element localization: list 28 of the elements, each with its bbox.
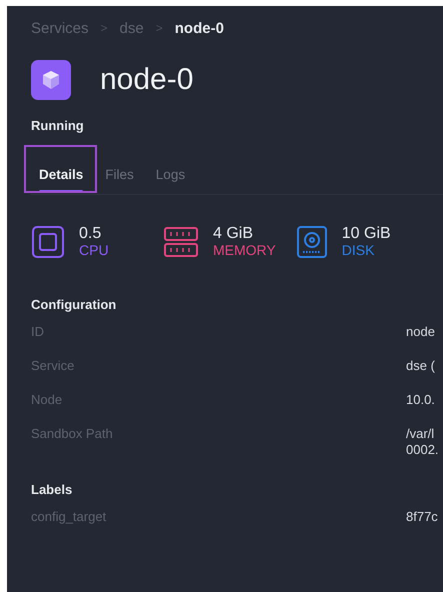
tab[interactable]: Files	[97, 159, 142, 194]
resource-value: 0.5	[79, 226, 102, 242]
field-value: 10.0.	[406, 392, 435, 408]
cube-icon	[31, 60, 71, 100]
field-value: 8f77c	[406, 509, 438, 525]
section-heading: Labels	[31, 482, 74, 497]
breadcrumb-separator: >	[156, 21, 163, 35]
field-value: node	[406, 324, 435, 340]
status-text: Running	[31, 118, 85, 133]
resource-label: DISK	[342, 242, 376, 258]
resource-value: 10 GiB	[342, 226, 391, 242]
resource-label: MEMORY	[213, 242, 276, 258]
field-label: config_target	[31, 509, 108, 525]
field-label: Service	[31, 358, 76, 374]
field-label: Sandbox Path	[31, 426, 114, 442]
field-label: ID	[31, 324, 45, 340]
page-title: node-0	[100, 63, 194, 97]
breadcrumb-link[interactable]: Services	[31, 20, 89, 36]
section-heading: Configuration	[31, 297, 118, 312]
tab[interactable]: Details	[31, 159, 92, 194]
tab[interactable]: Logs	[148, 159, 194, 194]
resource-label: CPU	[79, 242, 109, 258]
field-value: dse (	[406, 358, 435, 374]
field-label: Node	[31, 392, 64, 408]
resource-value: 4 GiB	[213, 226, 254, 242]
field-value: /var/l 0002.	[406, 426, 439, 458]
breadcrumb-separator: >	[100, 21, 108, 35]
breadcrumb-link[interactable]: dse	[120, 20, 144, 36]
